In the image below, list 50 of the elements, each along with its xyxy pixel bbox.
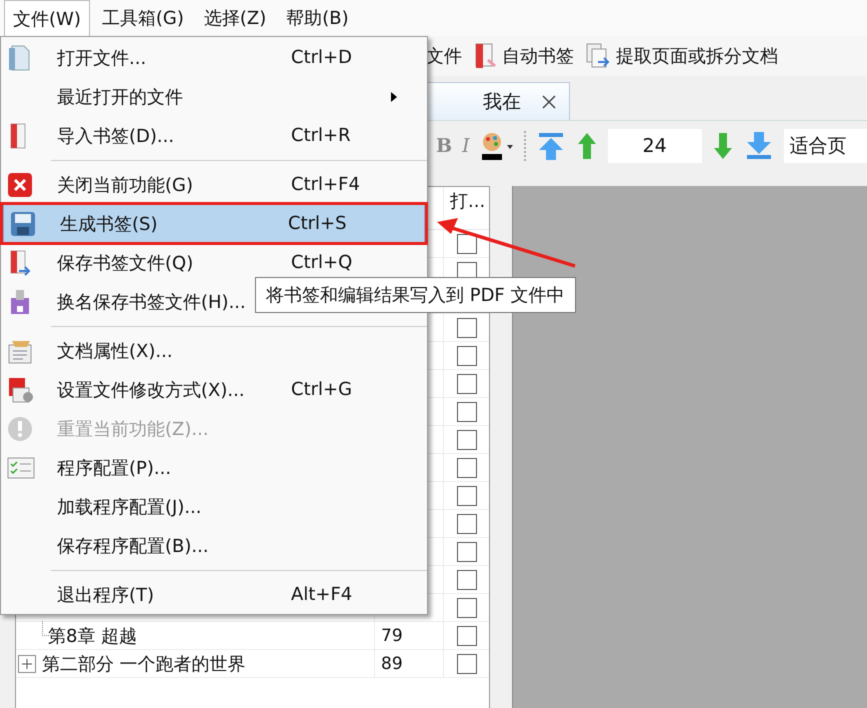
checkbox[interactable]: [456, 514, 476, 534]
zoom-field[interactable]: 适合页: [784, 129, 867, 163]
menu-title[interactable]: 工具箱(G): [94, 0, 192, 36]
documents-icon: [584, 42, 612, 70]
checkbox[interactable]: [456, 318, 476, 338]
menu-title[interactable]: 文件(W): [4, 0, 90, 36]
expand-button[interactable]: [18, 654, 36, 672]
column-header[interactable]: 打...: [444, 187, 489, 229]
checkbox[interactable]: [456, 654, 476, 674]
pdf-settings-icon: [7, 376, 35, 404]
menu-item[interactable]: 保存程序配置(B)...: [1, 526, 427, 565]
page-number-field[interactable]: 24: [608, 129, 702, 163]
checkbox[interactable]: [456, 598, 476, 618]
checkbox[interactable]: [456, 374, 476, 394]
checkbox[interactable]: [456, 402, 476, 422]
palette-icon[interactable]: [480, 131, 514, 161]
close-icon: [7, 172, 33, 198]
checklist-icon: [7, 456, 35, 478]
toolbar-button[interactable]: 文件: [426, 44, 462, 68]
page-number: 79: [381, 626, 403, 646]
checkbox[interactable]: [456, 570, 476, 590]
submenu-arrow-icon: [391, 92, 397, 102]
save-icon: [10, 210, 36, 236]
menu-title[interactable]: 选择(Z): [196, 0, 274, 36]
toolbar-button[interactable]: 提取页面或拆分文档: [584, 42, 778, 70]
menu-item[interactable]: 设置文件修改方式(X)... Ctrl+G: [1, 370, 427, 409]
close-icon[interactable]: [541, 94, 557, 110]
plus-icon: [20, 656, 34, 670]
menu-item[interactable]: 退出程序(T) Alt+F4: [1, 575, 427, 614]
bookmark-title[interactable]: 第8章 超越: [48, 624, 138, 648]
checkbox[interactable]: [456, 430, 476, 450]
checkbox[interactable]: [456, 626, 476, 646]
menu-item[interactable]: 文档属性(X)...: [1, 331, 427, 370]
page-number: 89: [381, 654, 403, 674]
checkbox[interactable]: [456, 458, 476, 478]
bookmark-title[interactable]: 第二部分 一个跑者的世界: [42, 652, 246, 676]
menu-item[interactable]: 生成书签(S) Ctrl+S: [3, 204, 425, 243]
menu-item[interactable]: 关闭当前功能(G) Ctrl+F4: [1, 165, 427, 204]
checkbox[interactable]: [456, 346, 476, 366]
menu-item[interactable]: 程序配置(P)...: [1, 448, 427, 487]
document-icon: [7, 44, 31, 72]
toolbar-button[interactable]: 自动书签: [472, 42, 574, 70]
checkbox[interactable]: [456, 486, 476, 506]
warning-icon: [7, 416, 33, 442]
menu-item[interactable]: 加载程序配置(J)...: [1, 487, 427, 526]
checkbox[interactable]: [456, 542, 476, 562]
menu-item[interactable]: 打开文件... Ctrl+D: [1, 38, 427, 77]
tooltip: 将书签和编辑结果写入到 PDF 文件中: [255, 277, 576, 313]
menu-title[interactable]: 帮助(B): [278, 0, 357, 36]
checkbox[interactable]: [456, 234, 476, 254]
